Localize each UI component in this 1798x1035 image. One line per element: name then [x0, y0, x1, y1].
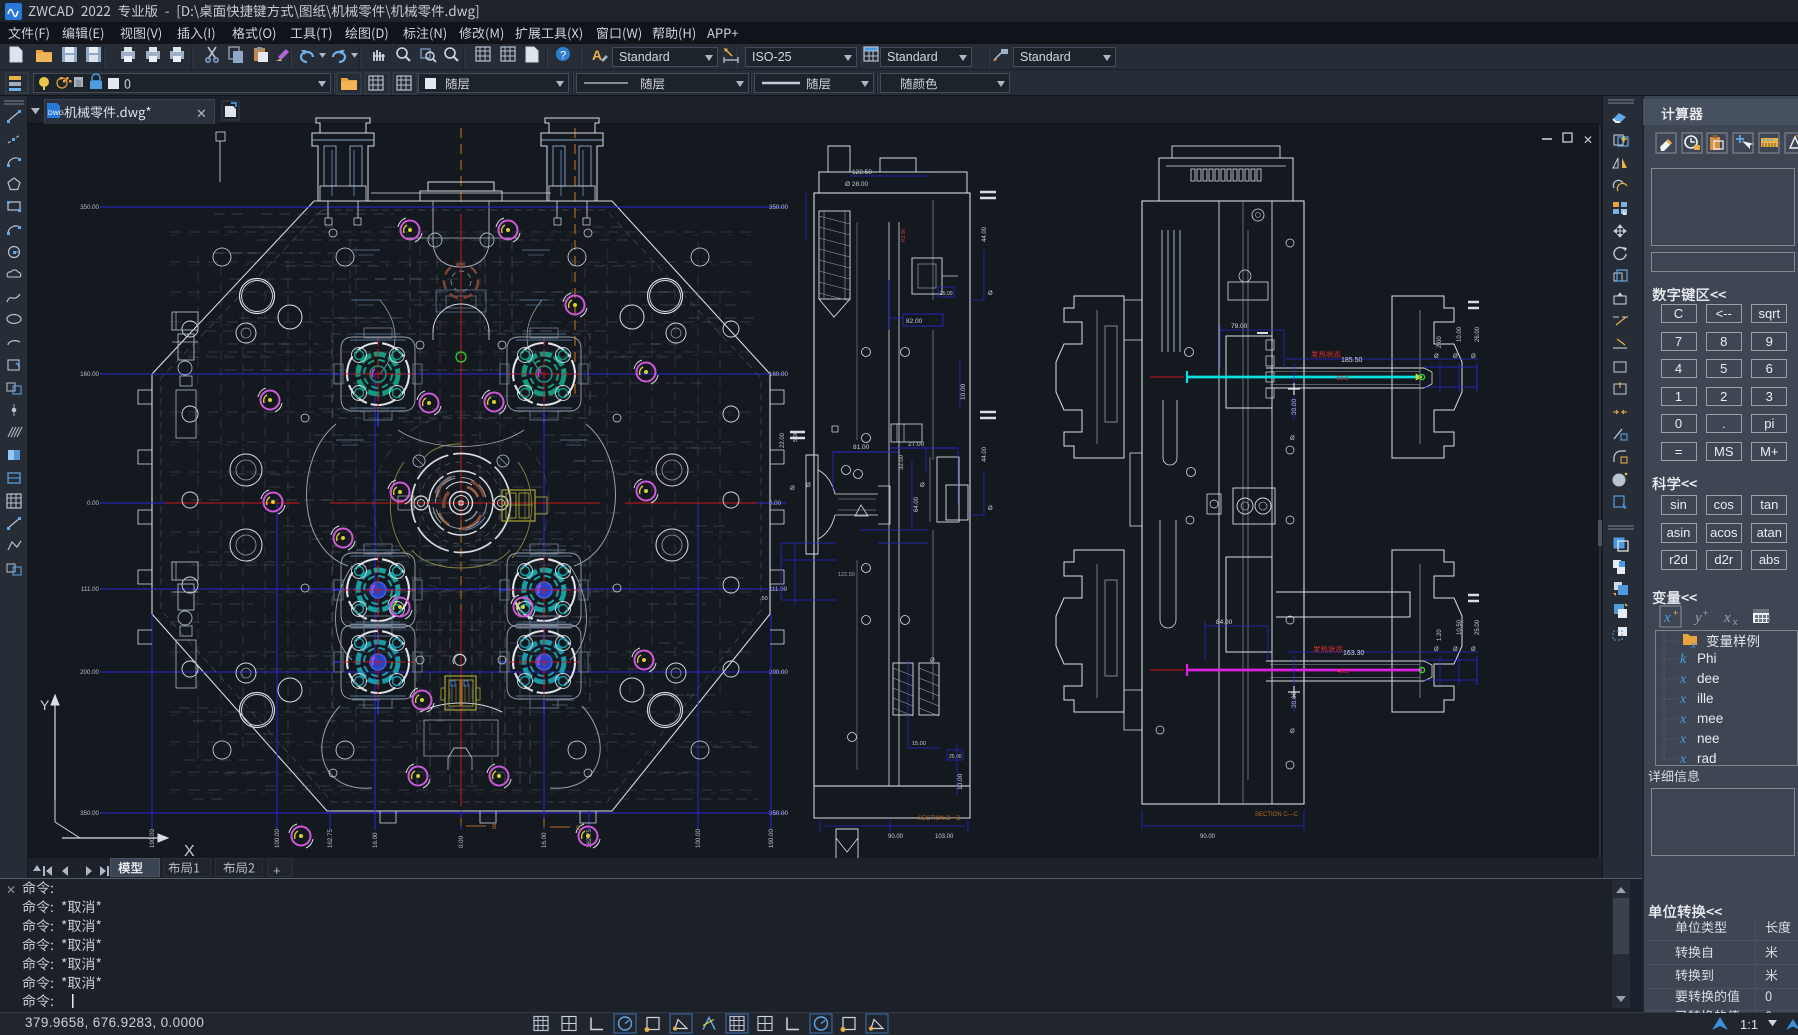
svg-text:5.00: 5.00: [793, 431, 799, 442]
svg-text:32.00: 32.00: [899, 454, 905, 470]
svg-text:Ø: Ø: [1434, 647, 1439, 653]
svg-text:16.00: 16.00: [372, 832, 379, 848]
svg-text:200.00: 200.00: [769, 669, 788, 676]
svg-text:82.00: 82.00: [906, 318, 923, 325]
svg-text:C: C: [576, 825, 581, 832]
svg-text:160.00: 160.00: [769, 371, 788, 378]
svg-text:44.00: 44.00: [982, 226, 988, 242]
svg-text:1.20: 1.20: [1437, 629, 1443, 641]
svg-text:Y: Y: [40, 697, 50, 713]
svg-text:10.00: 10.00: [957, 773, 964, 790]
svg-text:84.00: 84.00: [1216, 619, 1233, 626]
svg-text:185.50: 185.50: [1341, 357, 1363, 364]
svg-text:111.00: 111.00: [769, 586, 788, 593]
svg-text:350.00: 350.00: [769, 810, 788, 817]
svg-text:25.00: 25.00: [940, 291, 953, 297]
svg-text:Ø: Ø: [1453, 647, 1458, 653]
svg-text:100.00: 100.00: [274, 829, 281, 848]
svg-text:350.00: 350.00: [80, 810, 99, 817]
svg-text:Ø: Ø: [790, 486, 795, 492]
svg-text:25.00: 25.00: [949, 754, 962, 760]
svg-text:111.00: 111.00: [81, 586, 100, 593]
svg-text:100.00: 100.00: [695, 829, 702, 848]
svg-text:55.6: 55.6: [1337, 376, 1349, 382]
svg-text:Ø: Ø: [1453, 354, 1458, 360]
svg-text:162.75: 162.75: [327, 829, 334, 848]
svg-text:90.00: 90.00: [888, 834, 904, 840]
svg-text:0.00: 0.00: [458, 835, 465, 848]
svg-text:15.00: 15.00: [912, 741, 926, 747]
svg-text:90.00: 90.00: [1200, 834, 1216, 840]
svg-text:27.00: 27.00: [908, 441, 925, 448]
svg-text:Ø: Ø: [988, 291, 993, 297]
svg-text:Ø: Ø: [1290, 436, 1295, 442]
svg-text:SECTION B—B: SECTION B—B: [918, 816, 960, 822]
svg-text:22.00: 22.00: [780, 432, 786, 448]
svg-text:81.00: 81.00: [853, 444, 870, 451]
svg-text:SECTION C—C: SECTION C—C: [1255, 812, 1299, 818]
svg-text:44.00: 44.00: [982, 446, 988, 462]
svg-text:10.50: 10.50: [1457, 619, 1463, 635]
svg-text:26.00: 26.00: [1475, 326, 1481, 342]
svg-text:.50: .50: [760, 596, 768, 602]
svg-text:163.30: 163.30: [1343, 650, 1365, 657]
svg-text:Ø: Ø: [988, 506, 993, 512]
svg-text:0.00: 0.00: [87, 500, 100, 507]
svg-text:25.00: 25.00: [1475, 619, 1481, 635]
svg-text:Ø 28.00: Ø 28.00: [845, 181, 869, 188]
svg-text:Ø: Ø: [1290, 729, 1295, 735]
svg-text:200.00: 200.00: [80, 669, 99, 676]
svg-text:79.00: 79.00: [1231, 323, 1248, 330]
svg-text:16.00: 16.00: [541, 832, 548, 848]
svg-text:Ø: Ø: [1471, 354, 1476, 360]
svg-text:10.00: 10.00: [1457, 326, 1463, 342]
svg-text:350.00: 350.00: [80, 204, 99, 211]
svg-text:122.50: 122.50: [838, 572, 855, 578]
svg-text:350.00: 350.00: [769, 204, 788, 211]
svg-text:0.00: 0.00: [769, 500, 782, 507]
svg-text:103.00: 103.00: [935, 834, 954, 840]
svg-text:10.00: 10.00: [960, 383, 967, 400]
svg-text:160.00: 160.00: [80, 371, 99, 378]
svg-text:R2.00: R2.00: [901, 228, 907, 242]
svg-text:Ø: Ø: [1434, 354, 1439, 360]
svg-text:Ø: Ø: [920, 483, 925, 489]
svg-text:190.00: 190.00: [768, 829, 775, 848]
svg-text:30.00: 30.00: [1291, 398, 1298, 415]
svg-text:122.50: 122.50: [852, 169, 872, 176]
svg-text:Ø: Ø: [806, 483, 811, 489]
svg-text:B: B: [492, 824, 497, 831]
svg-text:48.2: 48.2: [1337, 669, 1349, 675]
svg-text:2.00: 2.00: [1437, 336, 1443, 348]
svg-text:64.00: 64.00: [914, 496, 920, 512]
svg-text:Ø: Ø: [1471, 647, 1476, 653]
svg-text:X: X: [184, 843, 195, 858]
svg-text:Ø: Ø: [930, 658, 935, 664]
